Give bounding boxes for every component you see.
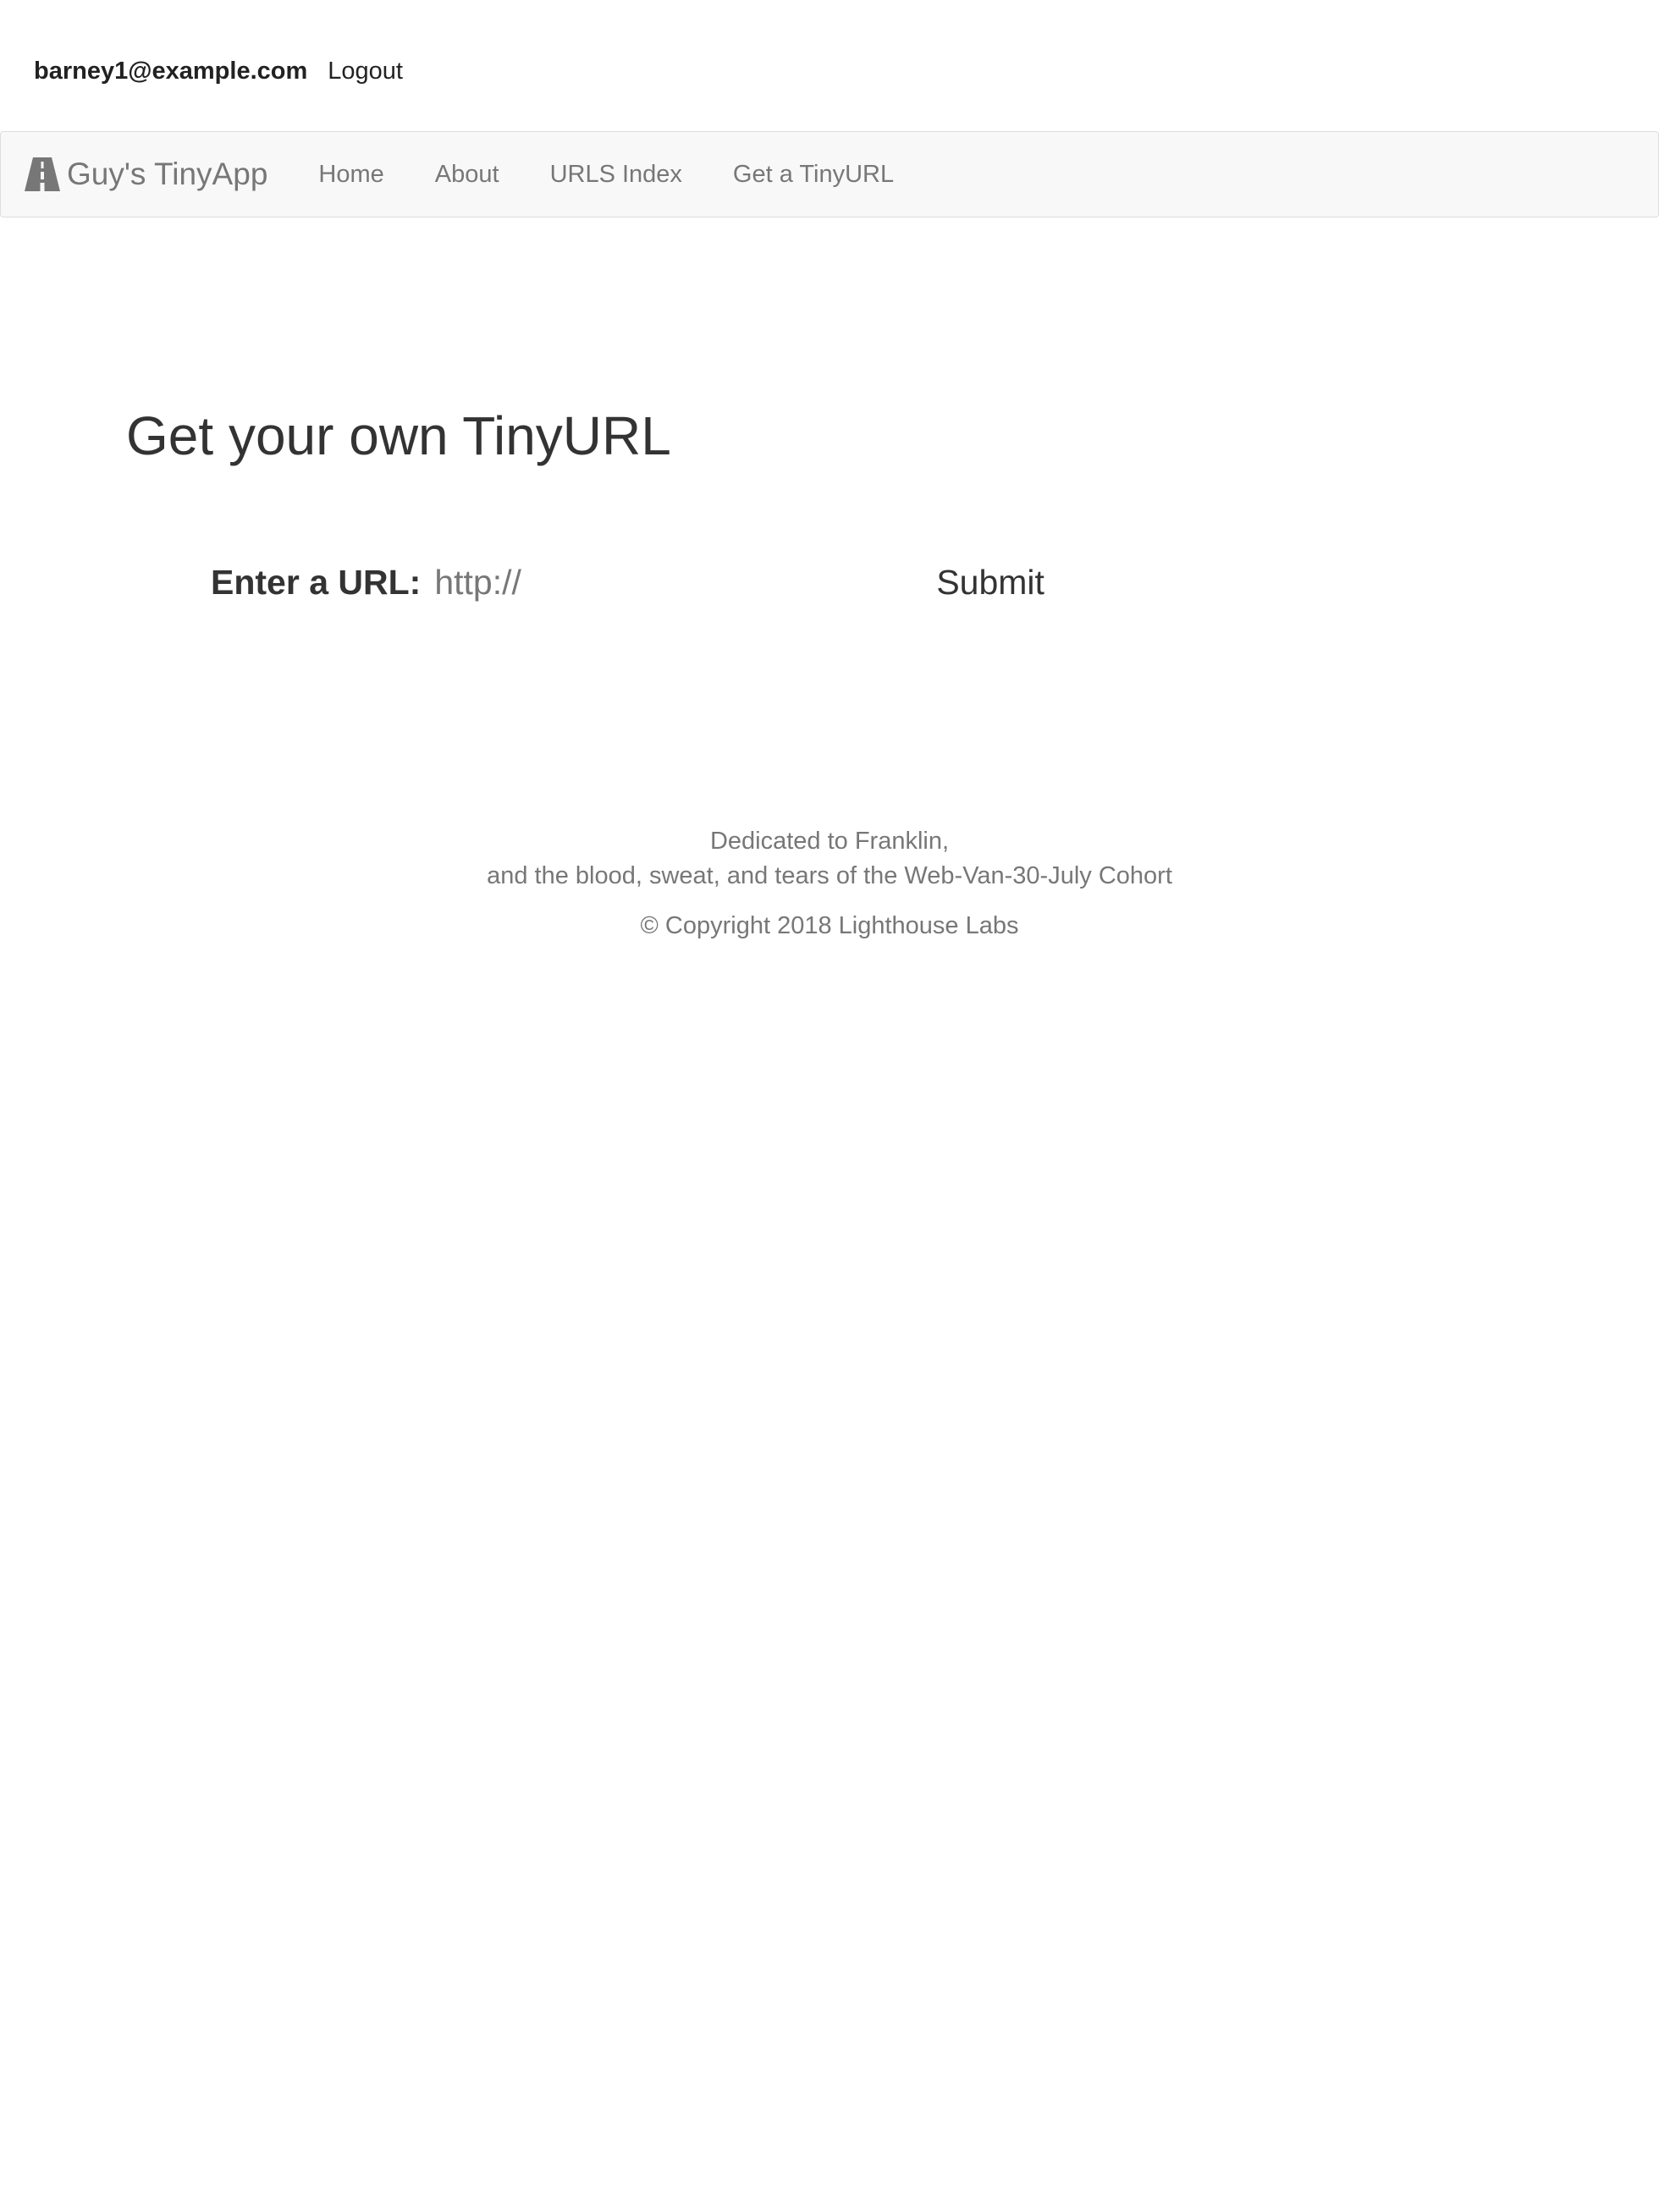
nav-item-get-tinyurl[interactable]: Get a TinyURL (708, 161, 919, 189)
submit-button[interactable]: Submit (936, 563, 1044, 603)
url-label: Enter a URL: (211, 562, 422, 602)
user-status-bar: barney1@example.com Logout (34, 54, 403, 88)
user-email: barney1@example.com (34, 57, 308, 85)
url-form: Enter a URL: Submit (211, 559, 1044, 606)
copyright-text: © Copyright 2018 Lighthouse Labs (640, 912, 1019, 939)
footer: Dedicated to Franklin, and the blood, sw… (0, 824, 1659, 944)
dedication-line-2: and the blood, sweat, and tears of the W… (487, 862, 1172, 889)
dedication-line-1: Dedicated to Franklin, (709, 828, 950, 855)
brand-link[interactable]: Guy's TinyApp (25, 157, 267, 192)
navbar: Guy's TinyApp Home About URLS Index Get … (0, 131, 1659, 217)
nav-item-home[interactable]: Home (293, 161, 409, 189)
brand-label: Guy's TinyApp (67, 157, 268, 191)
footer-dedication: Dedicated to Franklin, and the blood, sw… (0, 824, 1659, 894)
logout-link[interactable]: Logout (328, 58, 403, 85)
page-title: Get your own TinyURL (126, 405, 671, 466)
url-input[interactable] (434, 560, 934, 604)
nav-list: Home About URLS Index Get a TinyURL (293, 161, 919, 189)
nav-item-urls-index[interactable]: URLS Index (525, 161, 708, 189)
nav-item-about[interactable]: About (410, 161, 525, 189)
road-icon (25, 157, 60, 191)
